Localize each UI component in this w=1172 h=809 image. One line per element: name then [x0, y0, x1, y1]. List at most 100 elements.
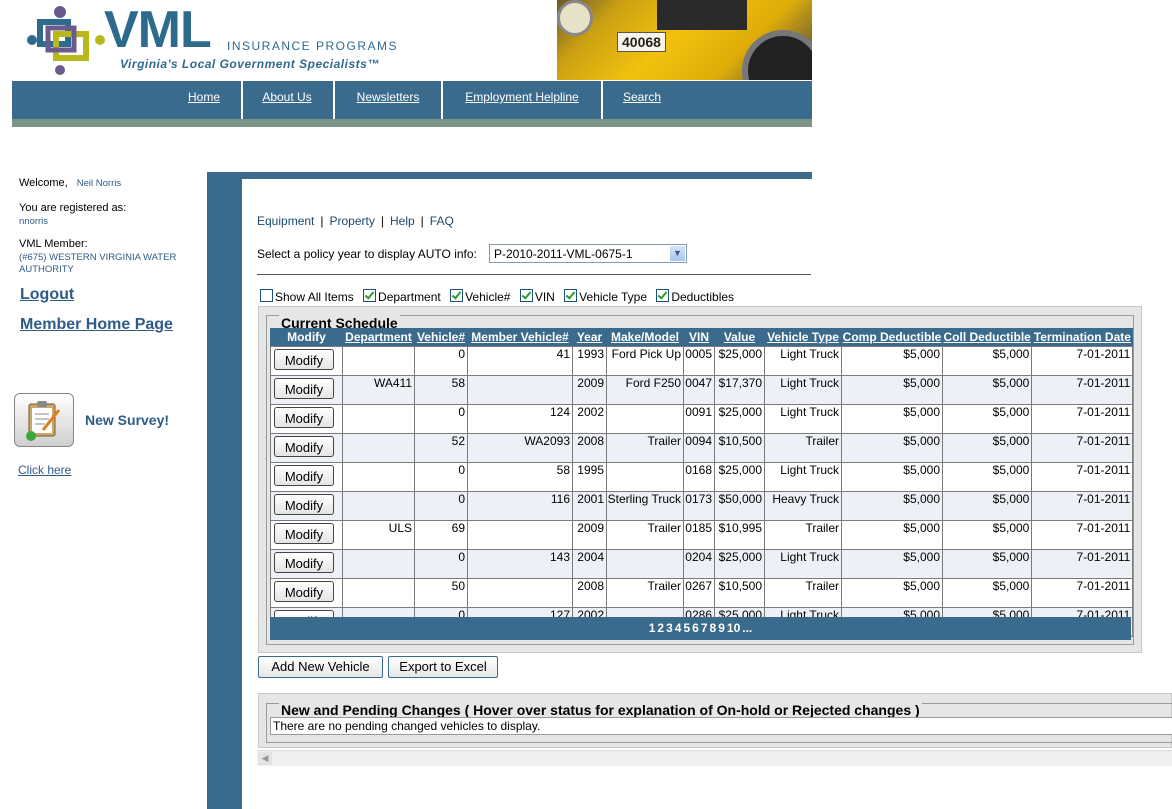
deductibles-checkbox[interactable] [656, 289, 670, 302]
cell-year: 2008 [572, 433, 607, 463]
vehicle-schedule-body: Modify 0 41 1993 Ford Pick Up 0005 $25,000 Ligh… [270, 346, 1134, 637]
help-link[interactable]: Help [390, 214, 415, 228]
show-all-items-checkbox[interactable] [260, 289, 273, 302]
member-label: VML Member: [19, 238, 88, 250]
cell-member-vehicle-number: WA2093 [467, 433, 573, 463]
survey-click-here-link[interactable]: Click here [18, 463, 71, 477]
col-header-vin[interactable]: VIN [683, 328, 715, 347]
nav-about-us[interactable]: About Us [258, 81, 316, 119]
col-header-value[interactable]: Value [714, 328, 765, 347]
new-survey-label[interactable]: New Survey! [85, 412, 169, 428]
modify-button[interactable]: Modify [274, 349, 334, 370]
page-current: 1 [648, 621, 656, 635]
content-frame-top-bar [207, 172, 812, 179]
member-home-link[interactable]: Member Home Page [20, 316, 173, 334]
equipment-link[interactable]: Equipment [257, 214, 314, 228]
col-header-department[interactable]: Department [342, 328, 415, 347]
modify-cell: Modify [270, 491, 343, 521]
cell-make-model [606, 462, 684, 492]
cell-comp-deductible: $5,000 [841, 520, 943, 550]
department-checkbox[interactable] [363, 289, 377, 302]
page-link[interactable]: 2 [657, 621, 664, 635]
cell-value: $10,500 [714, 433, 765, 463]
modify-button[interactable]: Modify [274, 436, 334, 457]
cell-value: $25,000 [714, 549, 765, 579]
cell-vin: 0168 [683, 462, 715, 492]
page-link[interactable]: 5 [683, 621, 690, 635]
nav-home[interactable]: Home [182, 81, 226, 119]
page-more-link[interactable]: ... [742, 621, 752, 635]
col-header-vehicle-number[interactable]: Vehicle# [414, 328, 468, 347]
modify-cell: Modify [270, 404, 343, 434]
cell-vin: 0173 [683, 491, 715, 521]
faq-link[interactable]: FAQ [430, 214, 454, 228]
col-header-vehicle-type[interactable]: Vehicle Type [764, 328, 842, 347]
bus-number: 40068 [617, 32, 666, 52]
page-link[interactable]: 10 [727, 621, 740, 635]
page-link[interactable]: 7 [701, 621, 708, 635]
nav-employment-helpline[interactable]: Employment Helpline [458, 81, 586, 119]
cell-vin: 0094 [683, 433, 715, 463]
page-link[interactable]: 4 [675, 621, 682, 635]
col-header-year[interactable]: Year [572, 328, 607, 347]
table-row: Modify 52 WA2093 2008 Trailer 0094 $10,500 Trai… [270, 433, 1134, 463]
col-header-make-model[interactable]: Make/Model [606, 328, 684, 347]
cell-year: 1995 [572, 462, 607, 492]
pending-changes-title: New and Pending Changes ( Hover over sta… [279, 702, 922, 718]
nav-search[interactable]: Search [618, 81, 666, 119]
col-header-termination-date[interactable]: Termination Date [1031, 328, 1133, 347]
cell-vehicle-number: 0 [414, 491, 468, 521]
modify-cell: Modify [270, 578, 343, 608]
cell-coll-deductible: $5,000 [941, 433, 1033, 463]
vml-logo-mark-icon [27, 6, 105, 75]
table-row: Modify 50 2008 Trailer 0267 $10,500 Trailer $5,… [270, 578, 1134, 608]
modify-button[interactable]: Modify [274, 552, 334, 573]
cell-comp-deductible: $5,000 [841, 462, 943, 492]
cell-vin: 0047 [683, 375, 715, 405]
horizontal-scrollbar[interactable]: ◀ [257, 750, 1172, 766]
nav-newsletters[interactable]: Newsletters [350, 81, 426, 119]
cell-vin: 0091 [683, 404, 715, 434]
survey-clipboard-icon[interactable] [14, 393, 74, 447]
col-header-comp-deductible[interactable]: Comp Deductible [841, 328, 943, 347]
page-link[interactable]: 8 [710, 621, 717, 635]
school-bus-banner-image: 40068 [557, 0, 812, 80]
username: nnorris [19, 216, 49, 227]
cell-termination-date: 7-01-2011 [1031, 578, 1134, 608]
export-to-excel-button[interactable]: Export to Excel [388, 656, 498, 678]
page-link[interactable]: 3 [666, 621, 673, 635]
cell-comp-deductible: $5,000 [841, 549, 943, 579]
vehicle-type-checkbox[interactable] [564, 289, 578, 302]
cell-member-vehicle-number: 143 [467, 549, 573, 579]
cell-vehicle-type: Heavy Truck [764, 491, 842, 521]
modify-cell: Modify [270, 433, 343, 463]
modify-button[interactable]: Modify [274, 407, 334, 428]
add-new-vehicle-button[interactable]: Add New Vehicle [258, 656, 383, 678]
col-header-modify: Modify [270, 328, 343, 347]
cell-vin: 0267 [683, 578, 715, 608]
pagination: 1 2 3 4 5 6 7 8 9 10... [270, 617, 1131, 640]
cell-year: 2002 [572, 404, 607, 434]
vin-checkbox[interactable] [519, 289, 533, 302]
modify-button[interactable]: Modify [274, 494, 334, 515]
modify-button[interactable]: Modify [274, 378, 334, 399]
vehicle-number-checkbox[interactable] [450, 289, 464, 302]
col-header-coll-deductible[interactable]: Coll Deductible [942, 328, 1032, 347]
scroll-left-arrow-icon[interactable]: ◀ [258, 752, 272, 765]
modify-button[interactable]: Modify [274, 523, 334, 544]
cell-termination-date: 7-01-2011 [1031, 433, 1134, 463]
modify-button[interactable]: Modify [274, 581, 334, 602]
col-header-member-vehicle-number[interactable]: Member Vehicle# [467, 328, 573, 347]
cell-make-model: Sterling Truck [606, 491, 684, 521]
modify-button[interactable]: Modify [274, 465, 334, 486]
cell-coll-deductible: $5,000 [941, 549, 1033, 579]
cell-member-vehicle-number [467, 520, 573, 550]
policy-year-select[interactable]: P-2010-2011-VML-0675-1 ▼ [489, 244, 687, 263]
cell-vehicle-number: 69 [414, 520, 468, 550]
chevron-down-icon[interactable]: ▼ [670, 246, 685, 261]
page-link[interactable]: 6 [692, 621, 699, 635]
cell-coll-deductible: $5,000 [941, 375, 1033, 405]
logout-link[interactable]: Logout [20, 286, 74, 304]
property-link[interactable]: Property [330, 214, 375, 228]
page-link[interactable]: 9 [718, 621, 725, 635]
